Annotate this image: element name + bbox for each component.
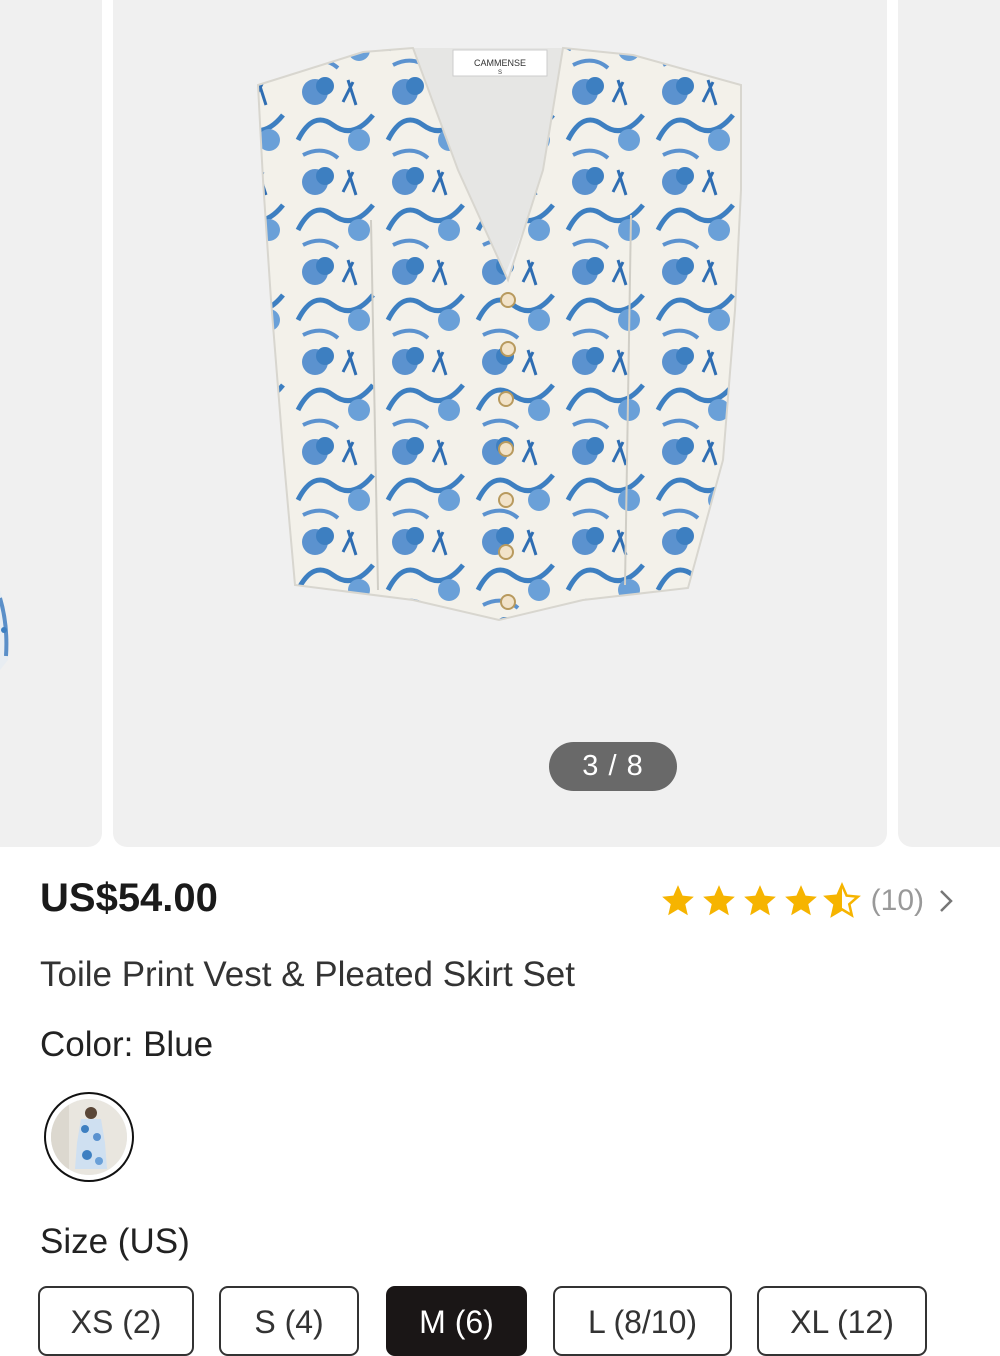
previous-product-image[interactable] <box>0 0 102 847</box>
product-price: US$54.00 <box>40 876 218 920</box>
star-icon <box>702 885 735 916</box>
size-option-xs[interactable]: XS (2) <box>38 1286 194 1356</box>
size-option-l[interactable]: L (8/10) <box>553 1286 732 1356</box>
chevron-right-icon <box>940 890 953 912</box>
product-title: Toile Print Vest & Pleated Skirt Set <box>40 955 575 994</box>
rating-stars <box>659 882 861 920</box>
star-icon <box>743 885 776 916</box>
size-tag-text: S <box>498 70 502 76</box>
color-label: Color: Blue <box>40 1025 214 1064</box>
half-star-icon <box>822 882 861 918</box>
size-label: Size (US) <box>40 1222 190 1261</box>
size-option-xl[interactable]: XL (12) <box>757 1286 927 1356</box>
review-count: (10) <box>870 884 924 917</box>
toile-vest-image: CAMMENSE S <box>256 46 742 622</box>
next-product-image[interactable] <box>898 0 1000 847</box>
size-option-s[interactable]: S (4) <box>219 1286 359 1356</box>
star-icon <box>784 885 817 916</box>
brand-tag-text: CAMMENSE <box>474 58 526 68</box>
color-swatch-thumbnail <box>51 1099 127 1175</box>
image-carousel[interactable]: CAMMENSE S 3 / 8 <box>0 0 1000 848</box>
rating-summary[interactable]: (10) <box>659 878 954 924</box>
vest-edge-image <box>0 590 9 670</box>
star-icon <box>661 885 694 916</box>
current-product-image[interactable]: CAMMENSE S 3 / 8 <box>113 0 887 847</box>
image-counter: 3 / 8 <box>549 742 677 791</box>
size-option-m-selected[interactable]: M (6) <box>386 1286 527 1356</box>
color-swatch-blue[interactable] <box>44 1092 134 1182</box>
